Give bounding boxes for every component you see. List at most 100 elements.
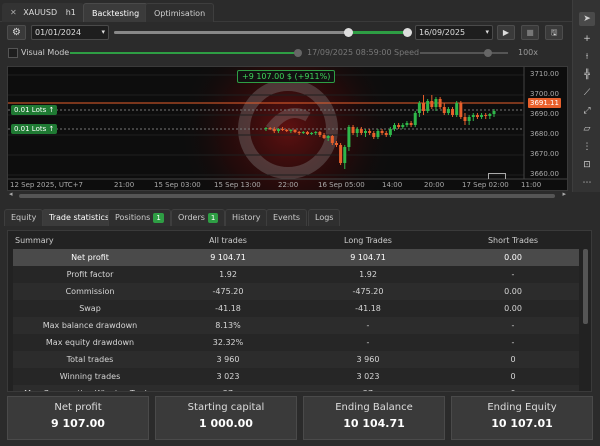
lot-badge-1[interactable]: 0.01 Lots ↑ [11, 105, 58, 115]
more-icon[interactable]: ⋯ [579, 176, 595, 190]
candle-body [351, 127, 355, 133]
table-row[interactable]: Max balance drawdown 8.13% - - [13, 317, 579, 334]
arrow-up-icon: ↑ [48, 125, 55, 133]
tab-equity[interactable]: Equity [4, 209, 44, 226]
arrow-up-icon: ↑ [48, 106, 55, 114]
cell-value: -41.18 [355, 304, 381, 313]
table-row[interactable]: Max equity drawdown 32.32% - - [13, 334, 579, 351]
end-date-value: 16/09/2025 [419, 28, 466, 37]
progress-end-handle[interactable] [403, 28, 412, 37]
table-scrollbar[interactable] [583, 249, 588, 324]
cell-value: 1.92 [219, 270, 237, 279]
chevron-down-icon: ▾ [485, 28, 489, 36]
cell-value: 3 023 [216, 372, 240, 381]
table-row[interactable]: Profit factor 1.92 1.92 - [13, 266, 579, 283]
table-row[interactable]: Total trades 3 960 3 960 0 [13, 351, 579, 368]
tab-events[interactable]: Events [266, 209, 308, 226]
tab-orders[interactable]: Orders 1 [171, 209, 226, 226]
candle-body [492, 111, 496, 114]
candle-body [293, 130, 297, 132]
speed-label: Speed [394, 48, 420, 57]
cell-value: - [511, 321, 515, 330]
crosshair-icon[interactable]: + [579, 32, 595, 46]
candle-body [301, 132, 305, 133]
table-row[interactable]: Winning trades 3 023 3 023 0 [13, 368, 579, 385]
channel-icon[interactable]: ▱ [579, 122, 595, 136]
progress-handle[interactable] [343, 28, 353, 37]
scroll-left-icon[interactable]: ◂ [9, 190, 13, 198]
tab-positions[interactable]: Positions 1 [108, 209, 171, 226]
progress-remaining [347, 31, 410, 34]
candle-body [326, 136, 330, 138]
candle-body [480, 115, 484, 117]
table-row[interactable]: Max Consecutive Winning Trades 27 27 0 [13, 385, 579, 391]
candle-body [310, 133, 314, 134]
row-label: Profit factor [66, 270, 114, 279]
tab-label: Logs [315, 213, 334, 222]
end-date-field[interactable]: 16/09/2025 ▾ [415, 25, 493, 40]
cell-value: 0 [510, 372, 516, 381]
summary-card-ending-balance: Ending Balance 10 104.71 [303, 396, 445, 440]
progress-slider[interactable] [114, 28, 412, 37]
trend-line-icon[interactable]: ⟋ [579, 86, 595, 100]
candle-body [401, 125, 405, 127]
cell-value: 3 960 [356, 355, 380, 364]
visual-mode-row: Visual Mode 17/09/2025 08:59:00 Speed 10… [0, 44, 572, 62]
time-tick-label: 22:00 [278, 181, 299, 189]
tab-label: Orders [178, 213, 205, 222]
visual-mode-checkbox[interactable] [8, 48, 18, 58]
candle-body [463, 117, 467, 121]
timeframe-label: h1 [65, 8, 76, 17]
tab-optimisation[interactable]: Optimisation [145, 3, 215, 22]
card-value: 10 107.01 [491, 417, 553, 430]
count-badge: 1 [153, 213, 164, 223]
chart-scrollbar[interactable]: ◂ ▸ [7, 190, 568, 199]
price-chart[interactable]: +9 107.00 $ (+911%) 0.01 Lots ↑ 0.01 Lot… [7, 66, 568, 191]
ray-icon[interactable]: ⤢ [579, 104, 595, 118]
tab-logs[interactable]: Logs [308, 209, 341, 226]
header-short-trades: Short Trades [487, 236, 539, 245]
close-icon[interactable]: ✕ [10, 8, 17, 17]
candle-body [467, 117, 471, 121]
table-row[interactable]: Swap -41.18 -41.18 0.00 [13, 300, 579, 317]
table-row[interactable]: Commission -475.20 -475.20 0.00 [13, 283, 579, 300]
stop-icon: ■ [526, 28, 534, 37]
horizontal-line-icon[interactable]: ⟊ [579, 50, 595, 64]
save-button[interactable]: 🖫 [545, 25, 563, 40]
row-label: Swap [79, 304, 101, 313]
tab-trade-statistics[interactable]: Trade statistics [42, 209, 117, 226]
candle-body [359, 129, 363, 133]
row-label: Max equity drawdown [45, 338, 135, 347]
scroll-thumb[interactable] [19, 194, 555, 198]
cell-value: 0.00 [504, 287, 522, 296]
symbol-tab[interactable]: ✕ XAUUSD h1 [2, 3, 84, 22]
cell-value: 8.13% [215, 321, 241, 330]
start-date-field[interactable]: 01/01/2024 ▾ [31, 25, 109, 40]
tab-history[interactable]: History [225, 209, 268, 226]
vertical-line-icon[interactable]: ╬ [579, 68, 595, 82]
play-icon: ▶ [502, 28, 510, 37]
candle-body [334, 143, 338, 145]
cursor-icon[interactable]: ➤ [579, 12, 595, 26]
lot-badge-2[interactable]: 0.01 Lots ↑ [11, 124, 58, 134]
time-tick-label: 14:00 [382, 181, 403, 189]
candle-body [426, 101, 430, 111]
candle-body [430, 101, 434, 107]
fibonacci-icon[interactable]: ⋮ [579, 140, 595, 154]
play-button[interactable]: ▶ [497, 25, 515, 40]
cell-value: - [366, 338, 370, 347]
cell-value: 9 104.71 [210, 253, 246, 262]
ruler-icon[interactable]: ⊡ [579, 158, 595, 172]
tab-label: Events [273, 213, 301, 222]
card-value: 9 107.00 [51, 417, 105, 430]
candle-body [281, 129, 285, 130]
stop-button[interactable]: ■ [521, 25, 539, 40]
tab-backtesting[interactable]: Backtesting [83, 3, 149, 22]
table-row[interactable]: Net profit 9 104.71 9 104.71 0.00 [13, 249, 579, 266]
settings-button[interactable]: ⚙ [7, 25, 26, 40]
candle-body [314, 132, 318, 133]
candle-body [347, 127, 351, 147]
scroll-right-icon[interactable]: ▸ [562, 190, 566, 198]
candle-body [372, 133, 376, 137]
candle-body [446, 109, 450, 113]
